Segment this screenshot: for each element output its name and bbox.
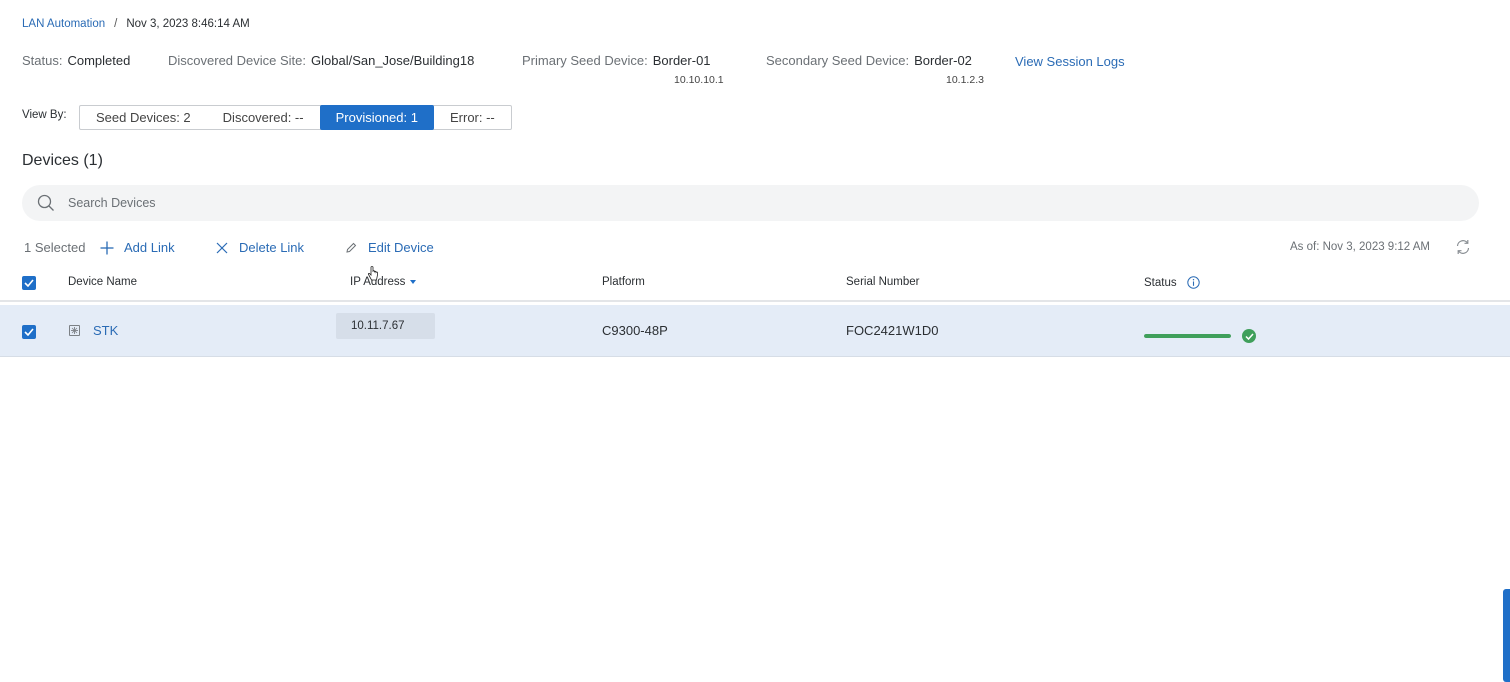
delete-link-label: Delete Link: [239, 240, 305, 255]
devices-title: Devices (1): [22, 152, 103, 169]
refresh-icon[interactable]: [1454, 238, 1472, 259]
session-summary: Status: Completed Discovered Device Site:…: [0, 53, 1510, 93]
select-all-checkbox[interactable]: [22, 276, 36, 290]
view-session-logs-link[interactable]: View Session Logs: [1015, 54, 1125, 69]
checkbox-checked-icon: [22, 276, 36, 290]
primary-seed-value: Border-01: [652, 53, 711, 68]
breadcrumb-separator: /: [114, 18, 118, 30]
segment-provisioned[interactable]: Provisioned: 1: [319, 105, 434, 130]
edit-device-label: Edit Device: [368, 240, 434, 255]
checkbox-checked-icon: [22, 325, 36, 339]
hand-cursor-icon: [367, 266, 379, 287]
edit-device-button[interactable]: Edit Device: [343, 240, 434, 255]
status-label: Status:: [22, 53, 63, 68]
pencil-icon: [343, 242, 359, 254]
add-link-button[interactable]: Add Link: [99, 240, 175, 255]
device-icon: [69, 325, 80, 336]
search-bar: [22, 185, 1479, 221]
device-name-link[interactable]: STK: [93, 323, 118, 338]
breadcrumb: LAN Automation / Nov 3, 2023 8:46:14 AM: [22, 18, 250, 30]
column-header-platform[interactable]: Platform: [602, 276, 645, 288]
sort-desc-icon: [410, 280, 417, 284]
serial-number-cell: FOC2421W1D0: [846, 323, 939, 338]
scrollbar-thumb[interactable]: [1503, 589, 1510, 682]
breadcrumb-lan-automation-link[interactable]: LAN Automation: [22, 18, 105, 30]
delete-link-button[interactable]: Delete Link: [214, 240, 304, 255]
segment-seed-devices[interactable]: Seed Devices: 2: [80, 106, 207, 129]
primary-seed-summary: Primary Seed Device: Border-01: [522, 53, 711, 68]
secondary-seed-summary: Secondary Seed Device: Border-02: [766, 53, 972, 68]
row-checkbox[interactable]: [22, 324, 36, 339]
status-progress-bar: [1144, 334, 1231, 338]
column-header-status-label: Status: [1144, 276, 1177, 289]
secondary-seed-label: Secondary Seed Device:: [766, 53, 910, 68]
segment-error[interactable]: Error: --: [434, 106, 511, 129]
column-header-status[interactable]: Status: [1144, 276, 1200, 289]
search-devices-input[interactable]: [68, 185, 1448, 221]
secondary-seed-value: Border-02: [914, 53, 972, 68]
column-header-ip-address[interactable]: IP Address: [350, 276, 417, 288]
close-icon: [214, 242, 230, 254]
site-value: Global/San_Jose/Building18: [311, 53, 475, 68]
search-icon: [37, 194, 54, 211]
column-header-device-name[interactable]: Device Name: [68, 276, 137, 288]
secondary-seed-ip: 10.1.2.3: [946, 74, 984, 86]
column-header-serial-number[interactable]: Serial Number: [846, 276, 920, 288]
site-label: Discovered Device Site:: [168, 53, 306, 68]
table-header: Device Name IP Address Platform Serial N…: [0, 270, 1510, 302]
status-value: Completed: [67, 53, 131, 68]
add-link-label: Add Link: [124, 240, 175, 255]
plus-icon: [99, 241, 115, 255]
table-row[interactable]: STK 10.11.7.67 C9300-48P FOC2421W1D0: [0, 305, 1510, 357]
info-icon[interactable]: [1186, 276, 1200, 289]
check-circle-icon: [1242, 329, 1256, 343]
as-of-timestamp: As of: Nov 3, 2023 9:12 AM: [1290, 241, 1430, 253]
segment-discovered[interactable]: Discovered: --: [207, 106, 320, 129]
table-actions-bar: 1 Selected Add Link Delete Link Edit Dev…: [0, 240, 1510, 256]
primary-seed-label: Primary Seed Device:: [522, 53, 648, 68]
view-by-label: View By:: [22, 109, 67, 121]
site-summary: Discovered Device Site: Global/San_Jose/B…: [168, 53, 474, 68]
ip-address-cell[interactable]: 10.11.7.67: [336, 313, 435, 339]
status-summary: Status: Completed: [22, 53, 130, 68]
view-by-segmented-control: Seed Devices: 2 Discovered: -- Provision…: [79, 105, 512, 130]
platform-cell: C9300-48P: [602, 323, 668, 338]
breadcrumb-current: Nov 3, 2023 8:46:14 AM: [126, 18, 250, 30]
primary-seed-ip: 10.10.10.1: [674, 74, 724, 86]
selected-count: 1 Selected: [24, 240, 86, 255]
status-progress-fill: [1144, 334, 1231, 338]
